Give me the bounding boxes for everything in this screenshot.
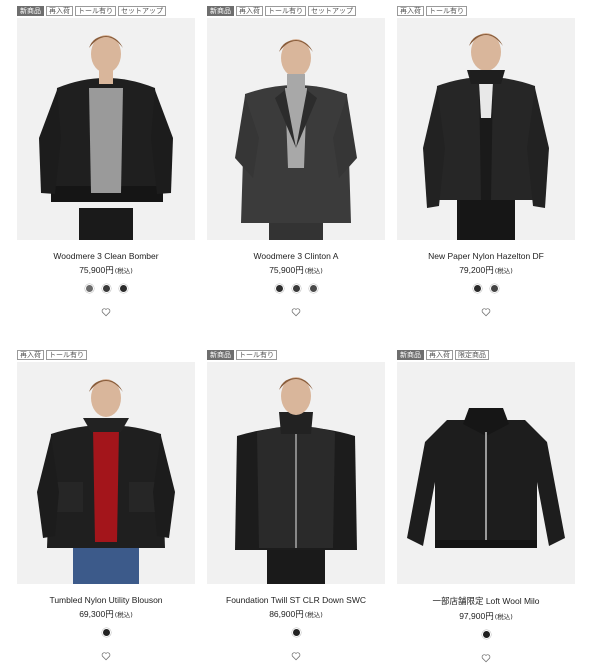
badge-tall: トール有り	[75, 6, 116, 16]
color-swatch[interactable]	[291, 628, 301, 637]
price-value: 69,300円	[79, 609, 114, 619]
product-image[interactable]	[17, 18, 195, 240]
product-price: 69,300円(税込)	[17, 608, 195, 620]
tax-label: (税込)	[304, 611, 323, 619]
product-name[interactable]: New Paper Nylon Hazelton DF	[397, 251, 575, 261]
badge-row: 再入荷 トール有り	[397, 6, 575, 17]
product-image[interactable]	[397, 362, 575, 584]
badge-new: 新商品	[397, 350, 424, 360]
favorite-button[interactable]	[397, 304, 575, 317]
product-price: 97,900円(税込)	[397, 610, 575, 622]
color-swatch[interactable]	[308, 284, 318, 293]
price-value: 86,900円	[269, 609, 304, 619]
badge-new: 新商品	[17, 6, 44, 16]
badge-restock: 再入荷	[17, 350, 44, 360]
product-card[interactable]: 新商品 再入荷 トール有り セットアップ Woodmere 3 Clean Bo…	[17, 6, 195, 317]
product-card[interactable]: 再入荷 トール有り New Paper Nylon Hazelton DF 79…	[397, 6, 575, 317]
favorite-button[interactable]	[207, 304, 385, 317]
product-image[interactable]	[207, 362, 385, 584]
favorite-button[interactable]	[17, 648, 195, 661]
favorite-button[interactable]	[207, 648, 385, 661]
color-swatches	[17, 628, 195, 637]
price-value: 97,900円	[459, 611, 494, 621]
color-swatches	[207, 284, 385, 293]
color-swatch[interactable]	[101, 284, 111, 293]
favorite-button[interactable]	[17, 304, 195, 317]
favorite-button[interactable]	[397, 650, 575, 663]
heart-outline-icon	[291, 308, 301, 317]
heart-outline-icon	[101, 652, 111, 661]
product-image[interactable]	[207, 18, 385, 240]
color-swatch[interactable]	[291, 284, 301, 293]
badge-row: 新商品 トール有り	[207, 350, 385, 361]
product-name[interactable]: Woodmere 3 Clinton A	[207, 251, 385, 261]
product-price: 75,900円(税込)	[207, 264, 385, 276]
badge-restock: 再入荷	[46, 6, 73, 16]
product-name[interactable]: Woodmere 3 Clean Bomber	[17, 251, 195, 261]
color-swatches	[397, 630, 575, 639]
tax-label: (税込)	[494, 267, 513, 275]
badge-restock: 再入荷	[236, 6, 263, 16]
color-swatch[interactable]	[118, 284, 128, 293]
badge-new: 新商品	[207, 6, 234, 16]
color-swatches	[17, 284, 195, 293]
color-swatches	[397, 284, 575, 293]
badge-limited: 限定商品	[455, 350, 489, 360]
product-price: 86,900円(税込)	[207, 608, 385, 620]
product-card[interactable]: 再入荷 トール有り Tumbled Nylon Utility Blouson …	[17, 350, 195, 661]
product-grid: 新商品 再入荷 トール有り セットアップ Woodmere 3 Clean Bo…	[0, 0, 590, 664]
product-name[interactable]: 一部店舗限定 Loft Wool Milo	[397, 595, 575, 607]
tax-label: (税込)	[304, 267, 323, 275]
product-card[interactable]: 新商品 再入荷 トール有り セットアップ Woodmere 3 Clinton …	[207, 6, 385, 317]
color-swatch[interactable]	[101, 628, 111, 637]
heart-outline-icon	[481, 308, 491, 317]
price-value: 75,900円	[269, 265, 304, 275]
badge-row: 新商品 再入荷 トール有り セットアップ	[207, 6, 385, 17]
badge-tall: トール有り	[426, 6, 467, 16]
product-card[interactable]: 新商品 再入荷 限定商品 一部店舗限定 Loft Wool Milo 97,90…	[397, 350, 575, 663]
badge-tall: トール有り	[46, 350, 87, 360]
badge-setup: セットアップ	[308, 6, 356, 16]
badge-restock: 再入荷	[397, 6, 424, 16]
badge-row: 新商品 再入荷 限定商品	[397, 350, 575, 361]
price-value: 75,900円	[79, 265, 114, 275]
color-swatch[interactable]	[473, 284, 482, 293]
product-price: 79,200円(税込)	[397, 264, 575, 276]
badge-row: 再入荷 トール有り	[17, 350, 195, 361]
color-swatch[interactable]	[274, 284, 284, 293]
color-swatch[interactable]	[84, 284, 94, 293]
color-swatch[interactable]	[481, 630, 491, 639]
tax-label: (税込)	[114, 611, 133, 619]
tax-label: (税込)	[494, 613, 513, 621]
badge-new: 新商品	[207, 350, 234, 360]
product-price: 75,900円(税込)	[17, 264, 195, 276]
product-name[interactable]: Foundation Twill ST CLR Down SWC	[207, 595, 385, 605]
product-name[interactable]: Tumbled Nylon Utility Blouson	[17, 595, 195, 605]
product-image[interactable]	[17, 362, 195, 584]
heart-outline-icon	[101, 308, 111, 317]
tax-label: (税込)	[114, 267, 133, 275]
badge-tall: トール有り	[236, 350, 277, 360]
badge-setup: セットアップ	[118, 6, 166, 16]
badge-row: 新商品 再入荷 トール有り セットアップ	[17, 6, 195, 17]
product-card[interactable]: 新商品 トール有り Foundation Twill ST CLR Down S…	[207, 350, 385, 661]
product-image[interactable]	[397, 18, 575, 240]
color-swatch[interactable]	[490, 284, 499, 293]
color-swatches	[207, 628, 385, 637]
price-value: 79,200円	[459, 265, 494, 275]
badge-restock: 再入荷	[426, 350, 453, 360]
heart-outline-icon	[481, 654, 491, 663]
heart-outline-icon	[291, 652, 301, 661]
badge-tall: トール有り	[265, 6, 306, 16]
